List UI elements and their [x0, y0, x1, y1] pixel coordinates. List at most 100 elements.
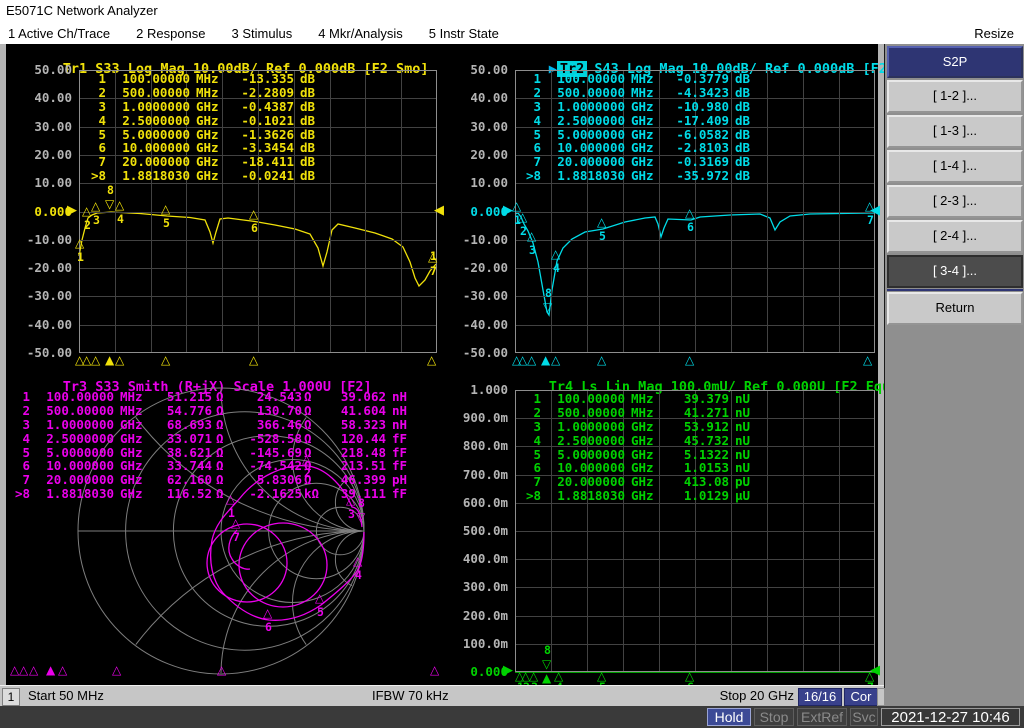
channel-number: 1: [2, 688, 20, 706]
application-window: E5071C Network Analyzer 1 Active Ch/Trac…: [0, 0, 1024, 728]
tr1-marker-row-6: 6 10.000000 GHz -3.3454 dB: [86, 141, 328, 155]
tr3-cell-n: 2: [22, 402, 30, 418]
return-button[interactable]: Return: [887, 292, 1023, 325]
tr2-marker-5-label: 5: [599, 229, 606, 243]
softkey-button-2-3[interactable]: [ 2-3 ]...: [887, 185, 1023, 218]
tr2-cell-vu: dB: [735, 168, 751, 184]
tr1-cell-fu: MHz: [196, 71, 219, 86]
tr4-ylabel-8: 200.0m: [462, 607, 508, 623]
tr4-cell-v: 413.08: [683, 474, 729, 490]
tr4-cell-vu: pU: [735, 474, 751, 490]
tr1-cell-v: -18.411: [241, 154, 294, 170]
softkey-button-1-4[interactable]: [ 1-4 ]...: [887, 150, 1023, 183]
softkey-button-2-4[interactable]: [ 2-4 ]...: [887, 220, 1023, 253]
tr3-cell-v1: 68.693: [166, 416, 212, 432]
tr4-cell-f: 500.00000: [557, 404, 625, 420]
tr3-stimulus-marker-icon: △: [112, 663, 122, 677]
tr1-cell-f: 1.8818030: [122, 168, 190, 184]
tr1-cell-f: 100.00000: [122, 71, 190, 86]
tr2-marker-4-icon: △: [551, 247, 561, 261]
tr3-cell-v2: 24.543: [256, 389, 302, 404]
tr3-marker-row-6: 6 10.000000 GHz 33.744 Ω -74.542 Ω 213.51 fF: [10, 459, 416, 473]
tr3-cell-u1: Ω: [216, 472, 224, 488]
tr2-cell-vu: dB: [735, 126, 751, 142]
tr1-cell-f: 10.000000: [122, 140, 190, 156]
menu-item-1[interactable]: 1 Active Ch/Trace: [8, 26, 110, 41]
channel-status-bar: 1 Start 50 MHz IFBW 70 kHz Stop 20 GHz 1…: [0, 685, 885, 706]
tr3-cell-v1: 38.621: [166, 444, 212, 460]
tr3-marker-8-icon: ▽: [356, 510, 366, 524]
tr1-cell-v: -13.335: [241, 71, 294, 86]
tr1-cell-v: -2.2809: [241, 84, 294, 100]
menu-item-5[interactable]: 5 Instr State: [429, 26, 499, 41]
tr1-cell-f: 20.000000: [122, 154, 190, 170]
tr4-cell-f: 10.000000: [557, 460, 625, 476]
tr4-ylabel-7: 300.0m: [462, 579, 508, 595]
tr2-cell-f: 10.000000: [557, 140, 625, 156]
tr1-marker-4-icon: △: [115, 198, 125, 212]
tr3-cell-v2: -74.542: [249, 458, 302, 474]
tr4-cell-vu: µU: [735, 488, 751, 504]
tr3-marker-2-label: 2: [304, 466, 311, 480]
tr3-cell-u3: fF: [392, 430, 408, 446]
tr4-cell-fu: GHz: [631, 432, 654, 448]
tr2-cell-n: 2: [533, 84, 541, 100]
tr2-marker-3-label: 3: [529, 243, 536, 257]
tr1-cell-v: -0.1021: [241, 112, 294, 128]
tr3-stimulus-marker-icon: △: [19, 663, 29, 677]
tr2-cell-fu: GHz: [631, 112, 654, 128]
tr2-cell-v: -6.0582: [676, 126, 729, 142]
tr1-ref-level-arrow-icon: ▶: [67, 202, 77, 218]
tr2-marker-8-icon: ▽: [543, 300, 553, 314]
tr3-cell-u1: Ω: [216, 416, 224, 432]
softkey-button-1-2[interactable]: [ 1-2 ]...: [887, 80, 1023, 113]
tr4-cell-n: 7: [533, 474, 541, 490]
tr3-marker-8-label: 8: [358, 496, 365, 510]
instrument-status-bar: Hold Stop ExtRef Svc 2021-12-27 10:46: [0, 706, 1024, 728]
tr3-cell-v1: 51.215: [166, 389, 212, 404]
tr4-cell-f: 1.0000000: [557, 418, 625, 434]
softkey-button-3-4[interactable]: [ 3-4 ]...: [887, 255, 1023, 288]
tr2-marker-5-icon: △: [597, 215, 607, 229]
tr4-cell-fu: GHz: [631, 418, 654, 434]
tr2-cell-fu: GHz: [631, 154, 654, 170]
tr4-ylabel-4: 600.0m: [462, 494, 508, 510]
tr3-marker-4-icon: △: [353, 554, 363, 568]
tr2-stimulus-marker-icon: △: [685, 353, 695, 367]
tr3-marker-4-label: 4: [355, 568, 362, 582]
menu-resize[interactable]: Resize: [974, 26, 1024, 41]
sweep-points-badge: 16/16: [798, 688, 842, 706]
softkey-button-1-3[interactable]: [ 1-3 ]...: [887, 115, 1023, 148]
tr1-cell-vu: dB: [300, 112, 316, 128]
tr2-cell-vu: dB: [735, 84, 751, 100]
tr3-cell-fu: MHz: [120, 402, 143, 418]
tr4-cell-v: 1.0153: [683, 460, 729, 476]
tr4-ylabel-9: 100.0m: [462, 635, 508, 651]
tr1-marker-row-2: 2 500.00000 MHz -2.2809 dB: [86, 84, 328, 100]
tr4-cell-v: 1.0129: [683, 488, 729, 504]
tr1-ref-level-arrow-icon: ◀: [434, 202, 444, 218]
menu-item-3[interactable]: 3 Stimulus: [232, 26, 293, 41]
softkey-separator: [887, 289, 1023, 291]
tr1-ylabel-0: 50.00: [34, 62, 72, 77]
tr4-cell-f: 20.000000: [557, 474, 625, 490]
tr2-cell-f: 1.0000000: [557, 98, 625, 114]
tr3-cell-n: 3: [22, 416, 30, 432]
tr1-marker-3-label: 3: [93, 213, 100, 227]
menu-item-2[interactable]: 2 Response: [136, 26, 205, 41]
tr3-cell-n: 6: [22, 458, 30, 474]
menu-item-4[interactable]: 4 Mkr/Analysis: [318, 26, 403, 41]
tr3-cell-v1: 116.52: [166, 486, 212, 502]
tr4-ylabel-6: 400.0m: [462, 551, 508, 567]
tr3-cell-u3: nH: [392, 402, 408, 418]
tr3-cell-u1: Ω: [216, 402, 224, 418]
tr4-cell-vu: nU: [735, 404, 751, 420]
tr3-marker-table: 1 100.00000 MHz 51.215 Ω 24.543 Ω 39.062 nH 2 500.…: [10, 390, 416, 501]
tr1-marker-2-icon: △: [82, 204, 92, 218]
tr3-marker-3-label: 3: [348, 507, 355, 521]
tr2-marker-row-8: >8 1.8818030 GHz -35.972 dB: [521, 169, 763, 183]
tr2-marker-row-6: 6 10.000000 GHz -2.8103 dB: [521, 141, 763, 155]
tr3-marker-6-label: 6: [265, 620, 272, 634]
tr3-stimulus-marker-icon: △: [430, 663, 440, 677]
tr2-cell-v: -35.972: [676, 168, 729, 184]
